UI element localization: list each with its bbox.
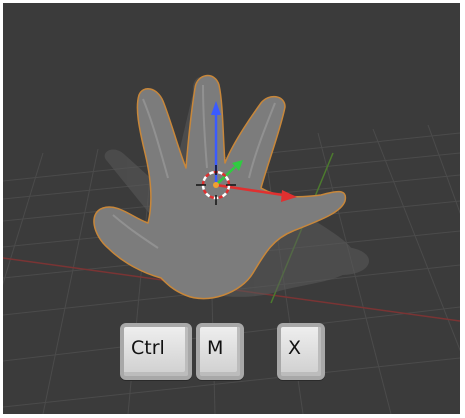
ctrl-key[interactable]: Ctrl	[120, 323, 192, 380]
x-key[interactable]: X	[277, 323, 325, 380]
m-key[interactable]: M	[196, 323, 244, 380]
x-key-label: X	[288, 337, 302, 359]
3d-viewport[interactable]: Ctrl M X	[3, 3, 460, 414]
m-key-label: M	[207, 337, 224, 359]
ctrl-key-label: Ctrl	[131, 337, 165, 359]
